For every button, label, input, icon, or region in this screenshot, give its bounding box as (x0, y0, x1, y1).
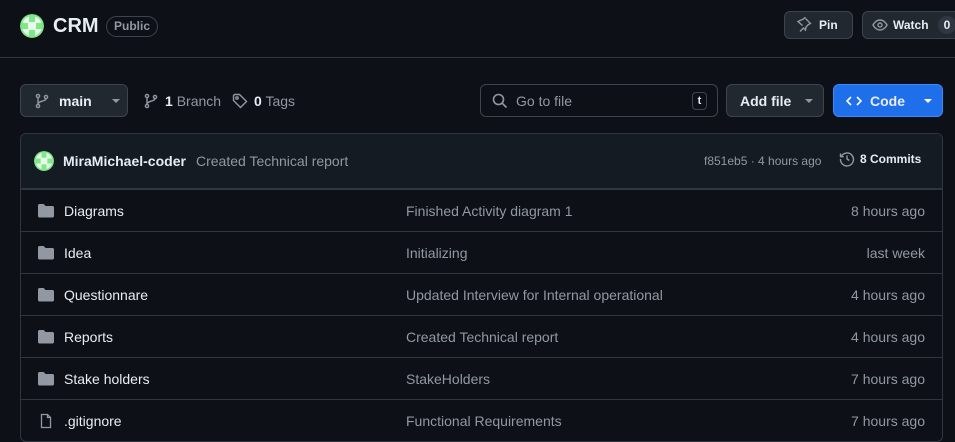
table-row[interactable]: Idea Initializing last week (21, 231, 942, 273)
commit-author-avatar[interactable] (34, 151, 54, 171)
commits-label: 8 Commits (860, 152, 922, 166)
table-row[interactable]: Reports Created Technical report 4 hours a… (21, 315, 942, 357)
file-name[interactable]: Reports (64, 329, 113, 345)
file-commit-message[interactable]: Updated Interview for Internal operation… (406, 287, 663, 303)
folder-icon (37, 245, 55, 264)
branch-icon (35, 93, 49, 108)
file-table: MiraMichael-coder Created Technical repo… (20, 133, 943, 442)
table-row[interactable]: Questionnare Updated Interview for Intern… (21, 273, 942, 315)
repo-owner-avatar[interactable] (20, 14, 44, 38)
file-commit-time: 4 hours ago (851, 287, 925, 303)
chevron-down-icon (805, 98, 814, 103)
file-commit-time: 7 hours ago (851, 413, 925, 429)
file-name[interactable]: Idea (64, 245, 91, 261)
file-commit-time: last week (866, 245, 925, 261)
file-commit-time: 8 hours ago (851, 203, 925, 219)
code-button[interactable]: Code (833, 84, 943, 117)
file-name[interactable]: Questionnare (64, 287, 148, 303)
watch-button[interactable]: Watch 0 (862, 11, 955, 39)
search-icon (492, 93, 508, 108)
latest-commit-bar: MiraMichael-coder Created Technical repo… (21, 134, 942, 189)
table-row[interactable]: Diagrams Finished Activity diagram 1 8 hou… (21, 189, 942, 231)
eye-icon (872, 19, 888, 31)
pin-label: Pin (819, 18, 838, 32)
chevron-down-icon (111, 98, 120, 103)
repo-header: CRM Public Pin Watch 0 (0, 0, 955, 58)
branch-count: 1 (165, 92, 173, 109)
pin-icon (796, 17, 812, 32)
file-icon (37, 413, 55, 432)
branches-link[interactable]: 1 Branch (143, 84, 221, 117)
folder-icon (37, 329, 55, 348)
file-commit-message[interactable]: Created Technical report (406, 329, 558, 345)
commit-hash-time[interactable]: f851eb5 · 4 hours ago (704, 154, 821, 168)
add-file-button[interactable]: Add file (726, 84, 824, 117)
file-commit-time: 7 hours ago (851, 371, 925, 387)
branch-name: main (59, 92, 92, 109)
table-row[interactable]: .gitignore Functional Requirements 7 hours… (21, 399, 942, 441)
folder-icon (37, 203, 55, 222)
file-name[interactable]: .gitignore (64, 413, 122, 429)
folder-icon (37, 371, 55, 390)
chevron-down-icon (924, 98, 932, 103)
branch-selector[interactable]: main (20, 84, 128, 117)
tag-count: 0 (254, 92, 262, 109)
tags-link[interactable]: 0 Tags (232, 84, 295, 117)
commits-link[interactable]: 8 Commits (839, 151, 921, 167)
folder-icon (37, 287, 55, 306)
watch-count: 0 (937, 16, 955, 34)
file-name[interactable]: Stake holders (64, 371, 150, 387)
code-label: Code (870, 92, 905, 109)
repo-name[interactable]: CRM (53, 14, 99, 38)
file-commit-message[interactable]: Initializing (406, 245, 467, 261)
tag-icon (232, 93, 248, 108)
search-placeholder: Go to file (516, 92, 573, 109)
code-icon (846, 95, 862, 106)
file-name[interactable]: Diagrams (64, 203, 124, 219)
keyboard-shortcut-hint: t (692, 92, 707, 110)
branch-icon (144, 93, 158, 108)
table-row[interactable]: Stake holders StakeHolders 7 hours ago (21, 357, 942, 399)
file-commit-message[interactable]: Finished Activity diagram 1 (406, 203, 573, 219)
commit-author[interactable]: MiraMichael-coder (63, 153, 186, 169)
file-commit-time: 4 hours ago (851, 329, 925, 345)
visibility-badge: Public (106, 16, 159, 37)
tag-label: Tags (265, 92, 296, 109)
history-icon (839, 152, 855, 167)
go-to-file-input[interactable]: Go to file t (480, 84, 718, 117)
commit-message[interactable]: Created Technical report (196, 153, 348, 169)
file-commit-message[interactable]: StakeHolders (406, 371, 490, 387)
pin-button[interactable]: Pin (784, 11, 853, 39)
add-file-label: Add file (740, 92, 792, 109)
watch-label: Watch (893, 18, 929, 32)
file-commit-message[interactable]: Functional Requirements (406, 413, 562, 429)
branch-label: Branch (176, 92, 222, 109)
